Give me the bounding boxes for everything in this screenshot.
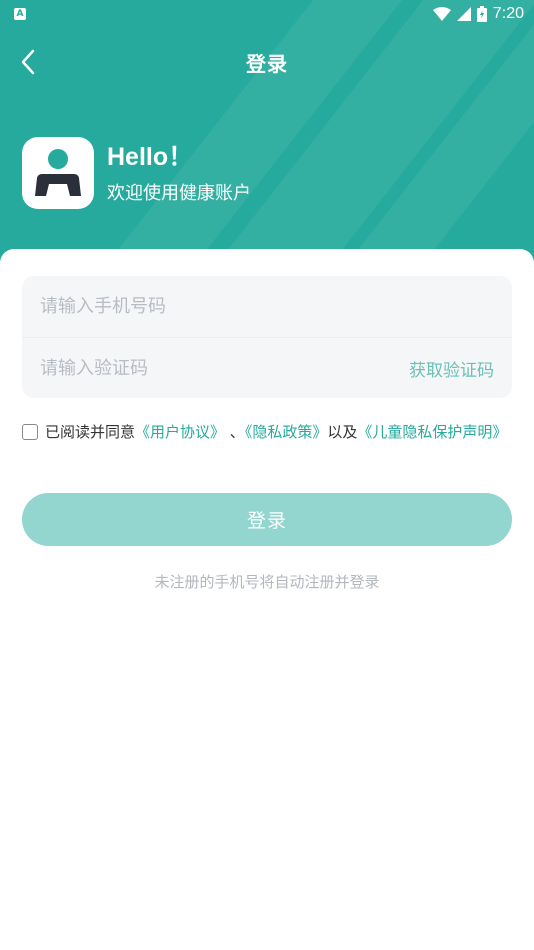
chevron-left-icon: [21, 49, 35, 75]
child-privacy-link[interactable]: 《儿童隐私保护声明》: [357, 423, 507, 441]
login-form: 获取验证码: [22, 276, 512, 398]
status-bar: A 7:20: [0, 0, 534, 28]
welcome-subtitle: 欢迎使用健康账户: [107, 183, 251, 204]
get-code-button[interactable]: 获取验证码: [409, 356, 494, 381]
status-time: 7:20: [492, 5, 524, 22]
agreement: 已阅读并同意《用户协议》 、《隐私政策》以及《儿童隐私保护声明》: [22, 421, 512, 443]
battery-icon: [476, 6, 487, 22]
login-button[interactable]: 登录: [22, 493, 512, 546]
notification-icon: A: [14, 8, 26, 20]
login-card: 获取验证码 已阅读并同意《用户协议》 、《隐私政策》以及《儿童隐私保护声明》 登…: [0, 249, 534, 950]
user-logo-icon: [35, 149, 81, 196]
wifi-icon: [432, 7, 451, 21]
app-logo: [22, 137, 94, 209]
agreement-checkbox[interactable]: [22, 424, 38, 440]
signal-icon: [456, 7, 471, 21]
phone-input[interactable]: [40, 286, 494, 327]
verification-code-input[interactable]: [40, 348, 409, 388]
register-hint: 未注册的手机号将自动注册并登录: [154, 573, 380, 591]
welcome-title: Hello！: [107, 143, 194, 171]
phone-row: [22, 276, 512, 337]
privacy-policy-link[interactable]: 《隐私政策》: [245, 423, 328, 441]
agreement-text: 已阅读并同意《用户协议》 、《隐私政策》以及《儿童隐私保护声明》: [45, 423, 508, 441]
header-background: A 7:20 登录 Hello！ 欢迎使用健康账户: [0, 0, 534, 270]
nav-bar: 登录: [0, 36, 534, 88]
user-agreement-link[interactable]: 《用户协议》: [135, 423, 225, 441]
welcome-block: Hello！ 欢迎使用健康账户: [22, 137, 251, 209]
page-title: 登录: [246, 51, 288, 76]
back-button[interactable]: [14, 48, 42, 76]
code-row: 获取验证码: [22, 337, 512, 398]
